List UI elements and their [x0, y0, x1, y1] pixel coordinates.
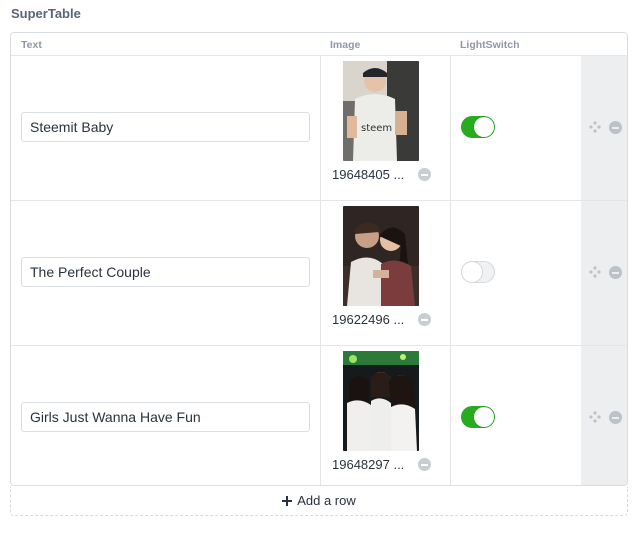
- lightswitch-toggle[interactable]: [461, 261, 495, 283]
- move-icon[interactable]: [589, 266, 601, 278]
- table-header: Text Image LightSwitch: [11, 33, 627, 56]
- image-thumbnail[interactable]: [343, 351, 419, 451]
- toggle-knob: [474, 407, 494, 427]
- column-header-image: Image: [330, 39, 361, 51]
- column-divider: [320, 56, 321, 200]
- remove-row-icon[interactable]: [609, 266, 622, 279]
- image-thumbnail[interactable]: [343, 206, 419, 306]
- add-row-button[interactable]: Add a row: [10, 487, 628, 516]
- text-field[interactable]: [21, 402, 310, 432]
- row-actions: [581, 346, 627, 485]
- toggle-knob: [474, 117, 494, 137]
- table-row: steem 19648405 ...: [11, 56, 627, 201]
- image-remove-icon[interactable]: [418, 458, 431, 471]
- move-icon[interactable]: [589, 121, 601, 133]
- image-filename: 19648297 ...: [332, 457, 405, 472]
- column-header-text: Text: [21, 39, 42, 51]
- image-filename: 19648405 ...: [332, 167, 405, 182]
- move-icon[interactable]: [589, 411, 601, 423]
- super-table: Text Image LightSwitch steem 19648405 ..…: [10, 32, 628, 486]
- lightswitch-toggle[interactable]: [461, 116, 495, 138]
- text-field[interactable]: [21, 112, 310, 142]
- column-divider: [450, 201, 451, 345]
- image-filename: 19622496 ...: [332, 312, 405, 327]
- add-row-label: Add a row: [297, 493, 356, 508]
- text-field[interactable]: [21, 257, 310, 287]
- column-divider: [320, 346, 321, 485]
- toggle-knob: [462, 262, 482, 282]
- column-divider: [450, 346, 451, 485]
- lightswitch-toggle[interactable]: [461, 406, 495, 428]
- column-header-lightswitch: LightSwitch: [460, 39, 520, 51]
- image-remove-icon[interactable]: [418, 313, 431, 326]
- remove-row-icon[interactable]: [609, 411, 622, 424]
- remove-row-icon[interactable]: [609, 121, 622, 134]
- row-actions: [581, 56, 627, 200]
- table-row: 19622496 ...: [11, 201, 627, 346]
- plus-icon: [282, 496, 293, 506]
- column-divider: [320, 201, 321, 345]
- svg-text:steem: steem: [361, 123, 392, 134]
- row-actions: [581, 201, 627, 345]
- image-remove-icon[interactable]: [418, 168, 431, 181]
- table-row: 19648297 ...: [11, 346, 627, 485]
- column-divider: [450, 56, 451, 200]
- image-thumbnail[interactable]: steem: [343, 61, 419, 161]
- field-title: SuperTable: [11, 6, 81, 21]
